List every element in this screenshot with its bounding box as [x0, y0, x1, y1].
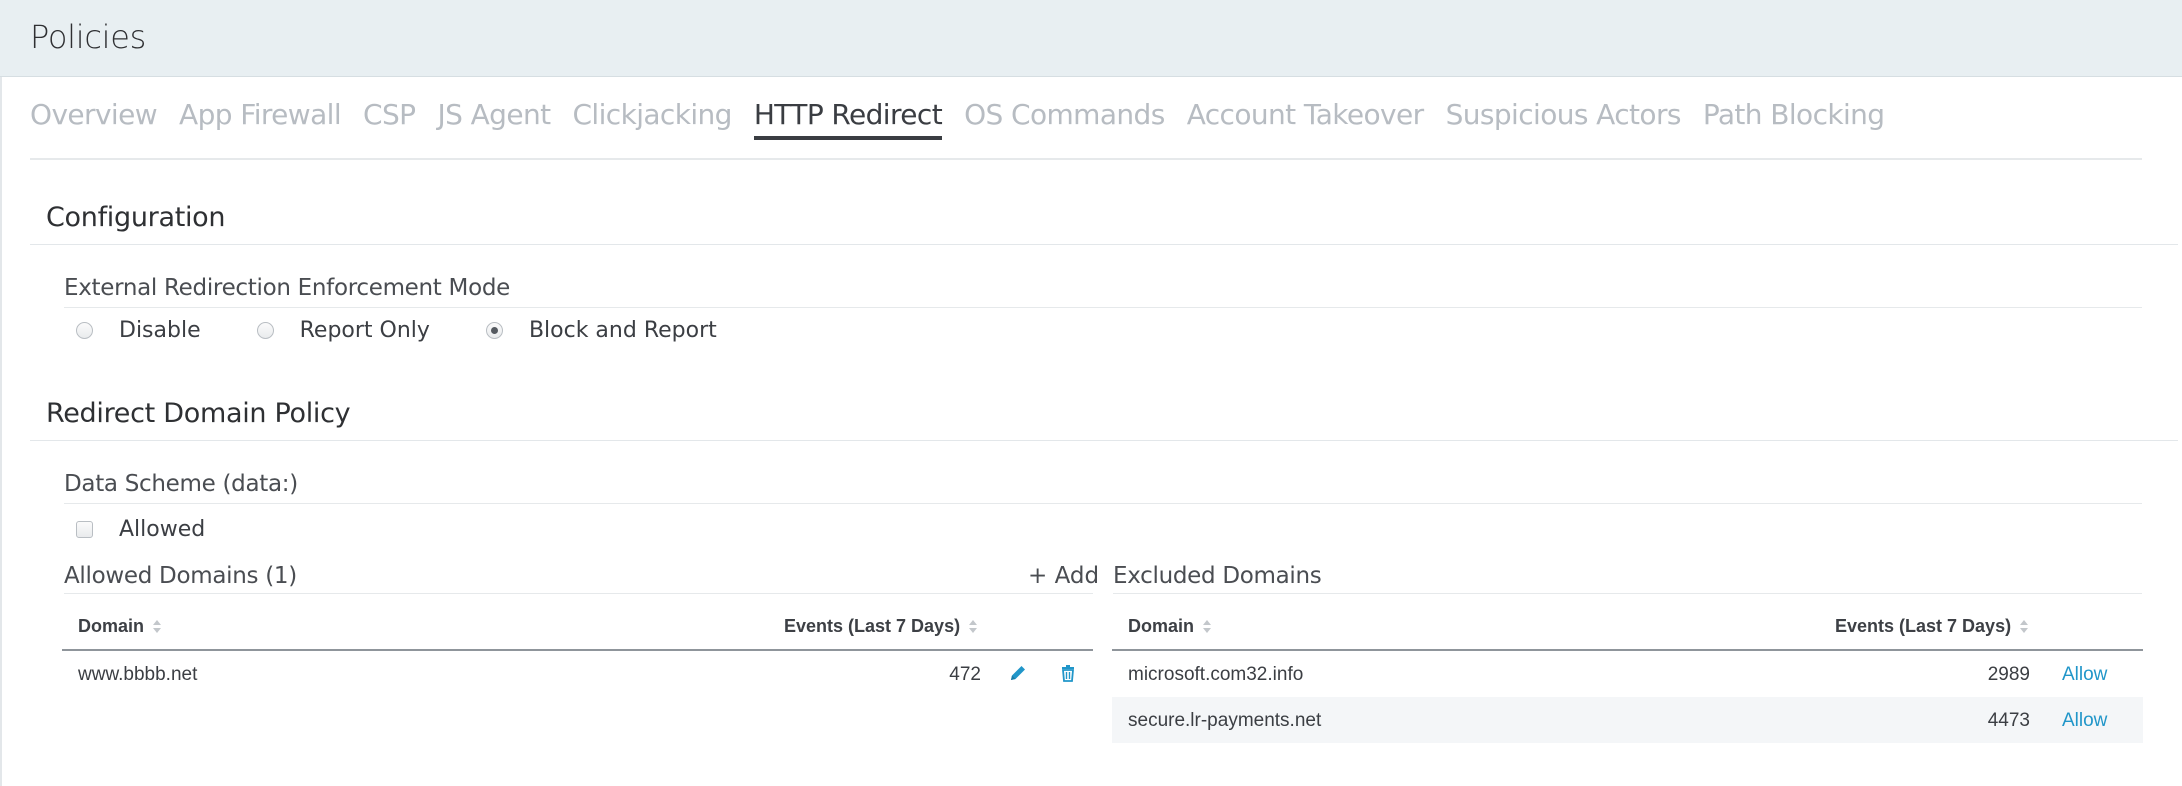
data-scheme-allowed-checkbox[interactable] — [76, 521, 93, 538]
allow-domain-link[interactable]: Allow — [2062, 664, 2107, 686]
excluded-domain-cell: secure.lr-payments.net — [1128, 710, 1322, 731]
radio-block-and-report[interactable] — [485, 322, 503, 339]
radio-report-only[interactable] — [256, 322, 274, 339]
tab-csp[interactable]: CSP — [363, 78, 416, 140]
sort-icon — [968, 619, 978, 635]
radio-disable[interactable] — [76, 322, 93, 339]
tab-js-agent[interactable]: JS Agent — [437, 78, 551, 140]
add-allowed-domain-button[interactable]: + Add — [1028, 563, 1099, 589]
table-row: www.bbbb.net 472 — [62, 651, 1093, 697]
sort-icon — [1202, 619, 1212, 635]
excluded-events-cell: 4473 — [1987, 710, 2030, 731]
policy-tabs: Overview App Firewall CSP JS Agent Click… — [30, 78, 2142, 160]
excluded-events-column-header[interactable]: Events (Last 7 Days) — [1835, 616, 2029, 637]
allowed-domains-table: Domain Events (Last 7 Days) www.bbbb.net… — [62, 596, 1093, 697]
tab-os-commands[interactable]: OS Commands — [964, 78, 1165, 140]
allowed-events-column-header[interactable]: Events (Last 7 Days) — [784, 616, 978, 637]
excluded-domains-divider — [1113, 593, 2142, 594]
excluded-domain-cell: microsoft.com32.info — [1128, 664, 1304, 685]
allowed-domain-column-header[interactable]: Domain — [78, 616, 162, 637]
excluded-domains-header-row: Domain Events (Last 7 Days) — [1112, 596, 2143, 651]
excluded-domain-column-header[interactable]: Domain — [1128, 616, 1212, 637]
configuration-heading: Configuration — [46, 202, 226, 233]
radio-option-block-and-report[interactable]: Block and Report — [485, 318, 717, 343]
tab-app-firewall[interactable]: App Firewall — [179, 78, 342, 140]
table-row: microsoft.com32.info 2989 Allow — [1112, 651, 2143, 697]
tab-http-redirect[interactable]: HTTP Redirect — [753, 78, 943, 140]
radio-option-report-only[interactable]: Report Only — [256, 318, 430, 343]
tab-path-blocking[interactable]: Path Blocking — [1703, 78, 1885, 140]
enforcement-mode-divider — [64, 307, 2142, 308]
tab-account-takeover[interactable]: Account Takeover — [1187, 78, 1424, 140]
excluded-domains-title: Excluded Domains — [1113, 563, 1322, 589]
redirect-domain-policy-heading: Redirect Domain Policy — [46, 398, 351, 429]
data-scheme-divider — [64, 503, 2142, 504]
radio-report-only-label: Report Only — [299, 318, 430, 343]
allowed-domains-header-row: Domain Events (Last 7 Days) — [62, 596, 1093, 651]
tab-suspicious-actors[interactable]: Suspicious Actors — [1446, 78, 1682, 140]
data-scheme-label: Data Scheme (data:) — [64, 471, 298, 497]
radio-block-and-report-label: Block and Report — [528, 318, 717, 343]
sort-icon — [2019, 619, 2029, 635]
enforcement-mode-radio-group: Disable Report Only Block and Report — [76, 318, 761, 343]
left-edge-divider — [0, 77, 2, 786]
allow-domain-link[interactable]: Allow — [2062, 710, 2107, 732]
allowed-domain-cell: www.bbbb.net — [78, 664, 198, 685]
sort-icon — [152, 619, 162, 635]
data-scheme-allowed-label: Allowed — [119, 517, 206, 542]
table-row: secure.lr-payments.net 4473 Allow — [1112, 697, 2143, 743]
excluded-domains-table: Domain Events (Last 7 Days) microsoft.co… — [1112, 596, 2143, 743]
enforcement-mode-label: External Redirection Enforcement Mode — [64, 275, 510, 301]
allowed-domains-divider — [64, 593, 1093, 594]
radio-option-disable[interactable]: Disable — [76, 318, 201, 343]
redirect-policy-divider — [30, 440, 2178, 441]
page-title: Policies — [30, 18, 146, 56]
tab-overview[interactable]: Overview — [30, 78, 158, 140]
configuration-divider — [30, 244, 2178, 245]
excluded-events-cell: 2989 — [1987, 664, 2030, 685]
data-scheme-allowed-row[interactable]: Allowed — [76, 517, 205, 542]
tab-clickjacking[interactable]: Clickjacking — [572, 78, 732, 140]
trash-icon[interactable] — [1058, 663, 1078, 683]
page-header: Policies — [0, 0, 2182, 77]
radio-disable-label: Disable — [119, 318, 201, 343]
allowed-domains-title: Allowed Domains (1) — [64, 563, 297, 589]
pencil-icon[interactable] — [1008, 663, 1028, 683]
allowed-events-cell: 472 — [949, 664, 981, 685]
